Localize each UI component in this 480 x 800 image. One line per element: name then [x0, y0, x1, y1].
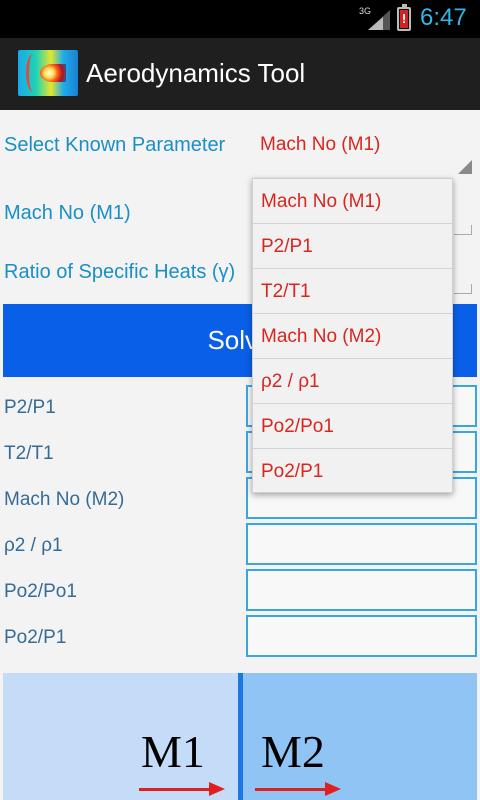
downstream-flow-arrow-icon: [255, 782, 341, 796]
upstream-mach-label: M1: [141, 726, 205, 777]
normal-shock-line: [238, 673, 243, 800]
signal-icon: [368, 10, 390, 30]
dropdown-option-po2p1[interactable]: Po2/P1: [253, 449, 452, 494]
action-bar: Aerodynamics Tool: [0, 38, 480, 110]
upstream-flow-arrow-icon: [139, 782, 225, 796]
app-title: Aerodynamics Tool: [86, 58, 306, 88]
gamma-label: Ratio of Specific Heats (γ): [4, 261, 236, 283]
dropdown-option-po2po1[interactable]: Po2/Po1: [253, 404, 452, 449]
spinner-selected-value: Mach No (M1): [260, 134, 381, 155]
result-field-density-ratio[interactable]: [246, 523, 477, 565]
downstream-mach-label: M2: [261, 726, 325, 777]
mach1-input[interactable]: [454, 225, 472, 235]
dropdown-option-mach1[interactable]: Mach No (M1): [253, 179, 452, 224]
dropdown-option-p2p1[interactable]: P2/P1: [253, 224, 452, 269]
clock: 6:47: [420, 4, 467, 31]
dropdown-option-density-ratio[interactable]: ρ2 / ρ1: [253, 359, 452, 404]
shock-diagram: M1 M2: [3, 673, 477, 800]
result-label-po2p1: Po2/P1: [4, 627, 67, 648]
known-parameter-dropdown: Mach No (M1) P2/P1 T2/T1 Mach No (M2) ρ2…: [252, 178, 453, 493]
status-bar: 3G ! 6:47: [0, 0, 480, 38]
result-label-t2t1: T2/T1: [4, 443, 54, 464]
known-parameter-label: Select Known Parameter: [4, 134, 226, 156]
known-parameter-spinner[interactable]: Mach No (M1): [252, 122, 472, 174]
result-label-p2p1: P2/P1: [4, 397, 56, 418]
mach1-label: Mach No (M1): [4, 202, 131, 224]
shock-wave-app-icon[interactable]: [18, 50, 78, 96]
dropdown-option-mach2[interactable]: Mach No (M2): [253, 314, 452, 359]
result-field-po2p1[interactable]: [246, 615, 477, 657]
dropdown-option-t2t1[interactable]: T2/T1: [253, 269, 452, 314]
result-label-po2po1: Po2/Po1: [4, 581, 77, 602]
result-label-density-ratio: ρ2 / ρ1: [4, 535, 63, 556]
dropdown-triangle-icon: [458, 160, 472, 174]
battery-low-icon: !: [397, 4, 411, 31]
gamma-input[interactable]: [454, 284, 472, 294]
result-field-po2po1[interactable]: [246, 569, 477, 611]
result-label-mach2: Mach No (M2): [4, 489, 125, 510]
